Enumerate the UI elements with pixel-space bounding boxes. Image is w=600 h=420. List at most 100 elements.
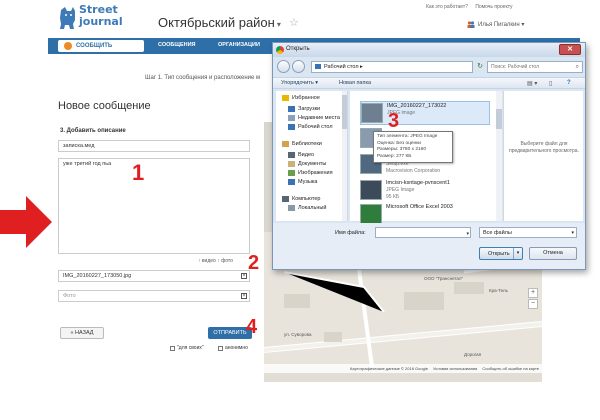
file-scrollbar[interactable] xyxy=(496,91,502,221)
help-icon[interactable]: ? xyxy=(567,80,571,86)
nav-pane-item[interactable]: Библиотеки xyxy=(282,141,322,147)
report-button[interactable]: СООБЩИТЬ xyxy=(58,40,144,52)
nav-pane-item[interactable]: Видео xyxy=(288,152,314,158)
photo-field[interactable]: Фото × xyxy=(58,290,250,302)
music-icon xyxy=(288,179,295,185)
drive-icon xyxy=(288,205,295,211)
top-links: Как это работает? Помочь проекту xyxy=(426,4,519,10)
address-bar[interactable]: Рабочий стол ▸ xyxy=(311,61,473,73)
nav-scrollbar[interactable] xyxy=(342,91,347,221)
red-arrow-annotation xyxy=(0,196,52,248)
megaphone-icon xyxy=(64,42,72,50)
map-label: Дорогая xyxy=(464,352,482,357)
open-file-dialog: Открыть ✕ Рабочий стол ▸ ↻ Поиск: Рабочи… xyxy=(272,42,586,270)
map-attribution: Картографические данные © 2016 Google xyxy=(350,366,428,371)
file-name: Microsoft Office Excel 2003 xyxy=(386,204,453,210)
new-folder-button[interactable]: Новая папка xyxy=(339,80,371,86)
file-thumbnail-icon xyxy=(361,103,383,123)
nav-pane-item[interactable]: Недавние места xyxy=(288,115,340,121)
file-item[interactable]: IMG_20160227_173022 JPEG image xyxy=(360,101,490,125)
forward-icon[interactable] xyxy=(292,60,305,73)
desktop-icon xyxy=(288,124,295,130)
nav-item-organizations[interactable]: ОРГАНИЗАЦИИ xyxy=(218,42,260,48)
file-thumbnail-icon xyxy=(360,204,382,224)
nav-pane-item[interactable]: Документы xyxy=(288,161,326,167)
favorite-star-icon[interactable]: ☆ xyxy=(289,16,299,29)
browser-page: Street journal Октябрьский район ▾ ☆ Как … xyxy=(0,0,600,420)
help-project-link[interactable]: Помочь проекту xyxy=(475,4,512,10)
nav-pane-item[interactable]: Рабочий стол xyxy=(288,124,333,130)
computer-icon xyxy=(282,196,289,202)
dialog-titlebar[interactable]: Открыть ✕ xyxy=(273,43,585,57)
nav-pane-item[interactable]: Избранное xyxy=(282,95,320,101)
remove-file-icon[interactable]: × xyxy=(241,273,247,279)
star-icon xyxy=(282,95,289,101)
video-icon xyxy=(288,152,295,158)
organize-button[interactable]: Упорядочить ▾ xyxy=(281,80,318,86)
photo-placeholder: Фото xyxy=(63,293,76,299)
nav-pane-label: Документы xyxy=(298,161,327,167)
attached-file-field[interactable]: IMG_20160227_173050.jpg × xyxy=(58,270,250,282)
back-icon[interactable] xyxy=(277,60,290,73)
nav-pane-item[interactable]: Загрузки xyxy=(288,106,320,112)
chevron-down-icon[interactable]: ▾ xyxy=(466,231,469,237)
anonymous-checkbox[interactable]: анонимно xyxy=(218,345,248,351)
annotation-number-1: 1 xyxy=(132,160,145,185)
map-report-link[interactable]: Сообщить об ошибке на карте xyxy=(482,366,539,371)
chevron-down-icon[interactable]: ▾ xyxy=(513,248,522,259)
nav-pane-label: Видео xyxy=(298,152,315,158)
dialog-toolbar: Упорядочить ▾ Новая папка ▤ ▾ ▯ ? xyxy=(273,77,585,89)
file-item[interactable]: Imcisn-ksntage-pvnscent1 JPEG Image 95 КБ xyxy=(360,179,490,203)
step-indicator: Шаг 1. Тип сообщения и расположение м xyxy=(145,75,261,81)
nav-pane-label: Библиотеки xyxy=(292,141,322,147)
street-journal-logo[interactable]: Street journal xyxy=(58,2,138,36)
file-type-value: Все файлы xyxy=(483,230,512,236)
how-it-works-link[interactable]: Как это работает? xyxy=(426,4,468,10)
nav-pane-label: Недавние места xyxy=(298,115,340,121)
region-selector[interactable]: Октябрьский район ▾ xyxy=(158,15,281,30)
file-size: Macrovision Corporation xyxy=(386,168,441,174)
map-label: ул. Суворова xyxy=(284,332,312,337)
short-description-input[interactable]: записка.мед xyxy=(58,140,250,152)
search-placeholder: Поиск: Рабочий стол xyxy=(491,64,540,70)
file-type-select[interactable]: Все файлы ▾ xyxy=(479,227,577,238)
cancel-button[interactable]: Отмена xyxy=(529,247,577,260)
map-footer: Картографические данные © 2016 Google Ус… xyxy=(264,364,542,373)
nav-pane-label: Избранное xyxy=(292,95,320,101)
upload-links[interactable]: ↑ видео ↑ фото xyxy=(198,258,233,264)
nav-pane-item[interactable]: Музыка xyxy=(288,179,317,185)
nav-pane-label: Музыка xyxy=(298,179,318,185)
download-folder-icon xyxy=(288,106,295,112)
open-button[interactable]: Открыть ▾ xyxy=(479,247,523,260)
map-label: Кра-Тель xyxy=(489,288,508,293)
scrollbar-thumb[interactable] xyxy=(496,109,502,129)
nav-pane-item[interactable]: Компьютер xyxy=(282,196,320,202)
user-menu[interactable]: Илья Пигалкин ▾ xyxy=(467,21,524,28)
view-options-icon[interactable]: ▤ ▾ xyxy=(527,80,537,87)
nav-pane-label: Локальный xyxy=(298,205,327,211)
zoom-in-button[interactable]: + xyxy=(528,288,538,298)
nav-item-messages[interactable]: СООБЩЕНИЯ xyxy=(158,42,196,48)
map-terms-link[interactable]: Условия использования xyxy=(433,366,477,371)
filename-input[interactable]: ▾ xyxy=(375,227,471,238)
file-name: IMG_20160227_173022 xyxy=(387,103,447,109)
nav-pane-item[interactable]: Локальный xyxy=(288,205,326,211)
checkbox-box[interactable] xyxy=(170,345,175,351)
checkbox-label: анонимно xyxy=(225,345,248,351)
nav-pane-item[interactable]: Изображения xyxy=(288,170,333,176)
checkbox-box[interactable] xyxy=(218,345,223,351)
scrollbar-thumb[interactable] xyxy=(342,95,347,129)
pictures-icon xyxy=(288,170,295,176)
zoom-out-button[interactable]: − xyxy=(528,299,538,309)
refresh-icon[interactable]: ↻ xyxy=(475,61,485,73)
file-size: 95 КБ xyxy=(386,194,400,200)
chrome-icon xyxy=(276,46,284,54)
recent-places-icon xyxy=(288,115,295,121)
for-friends-checkbox[interactable]: "для своих" xyxy=(170,345,204,351)
remove-photo-icon[interactable]: × xyxy=(241,293,247,299)
close-button[interactable]: ✕ xyxy=(559,44,581,55)
preview-pane-icon[interactable]: ▯ xyxy=(549,80,552,87)
search-input[interactable]: Поиск: Рабочий стол ⌕ xyxy=(487,61,583,73)
description-textarea[interactable]: уже третий год пьа xyxy=(58,158,250,254)
back-button[interactable]: « НАЗАД xyxy=(60,327,104,339)
